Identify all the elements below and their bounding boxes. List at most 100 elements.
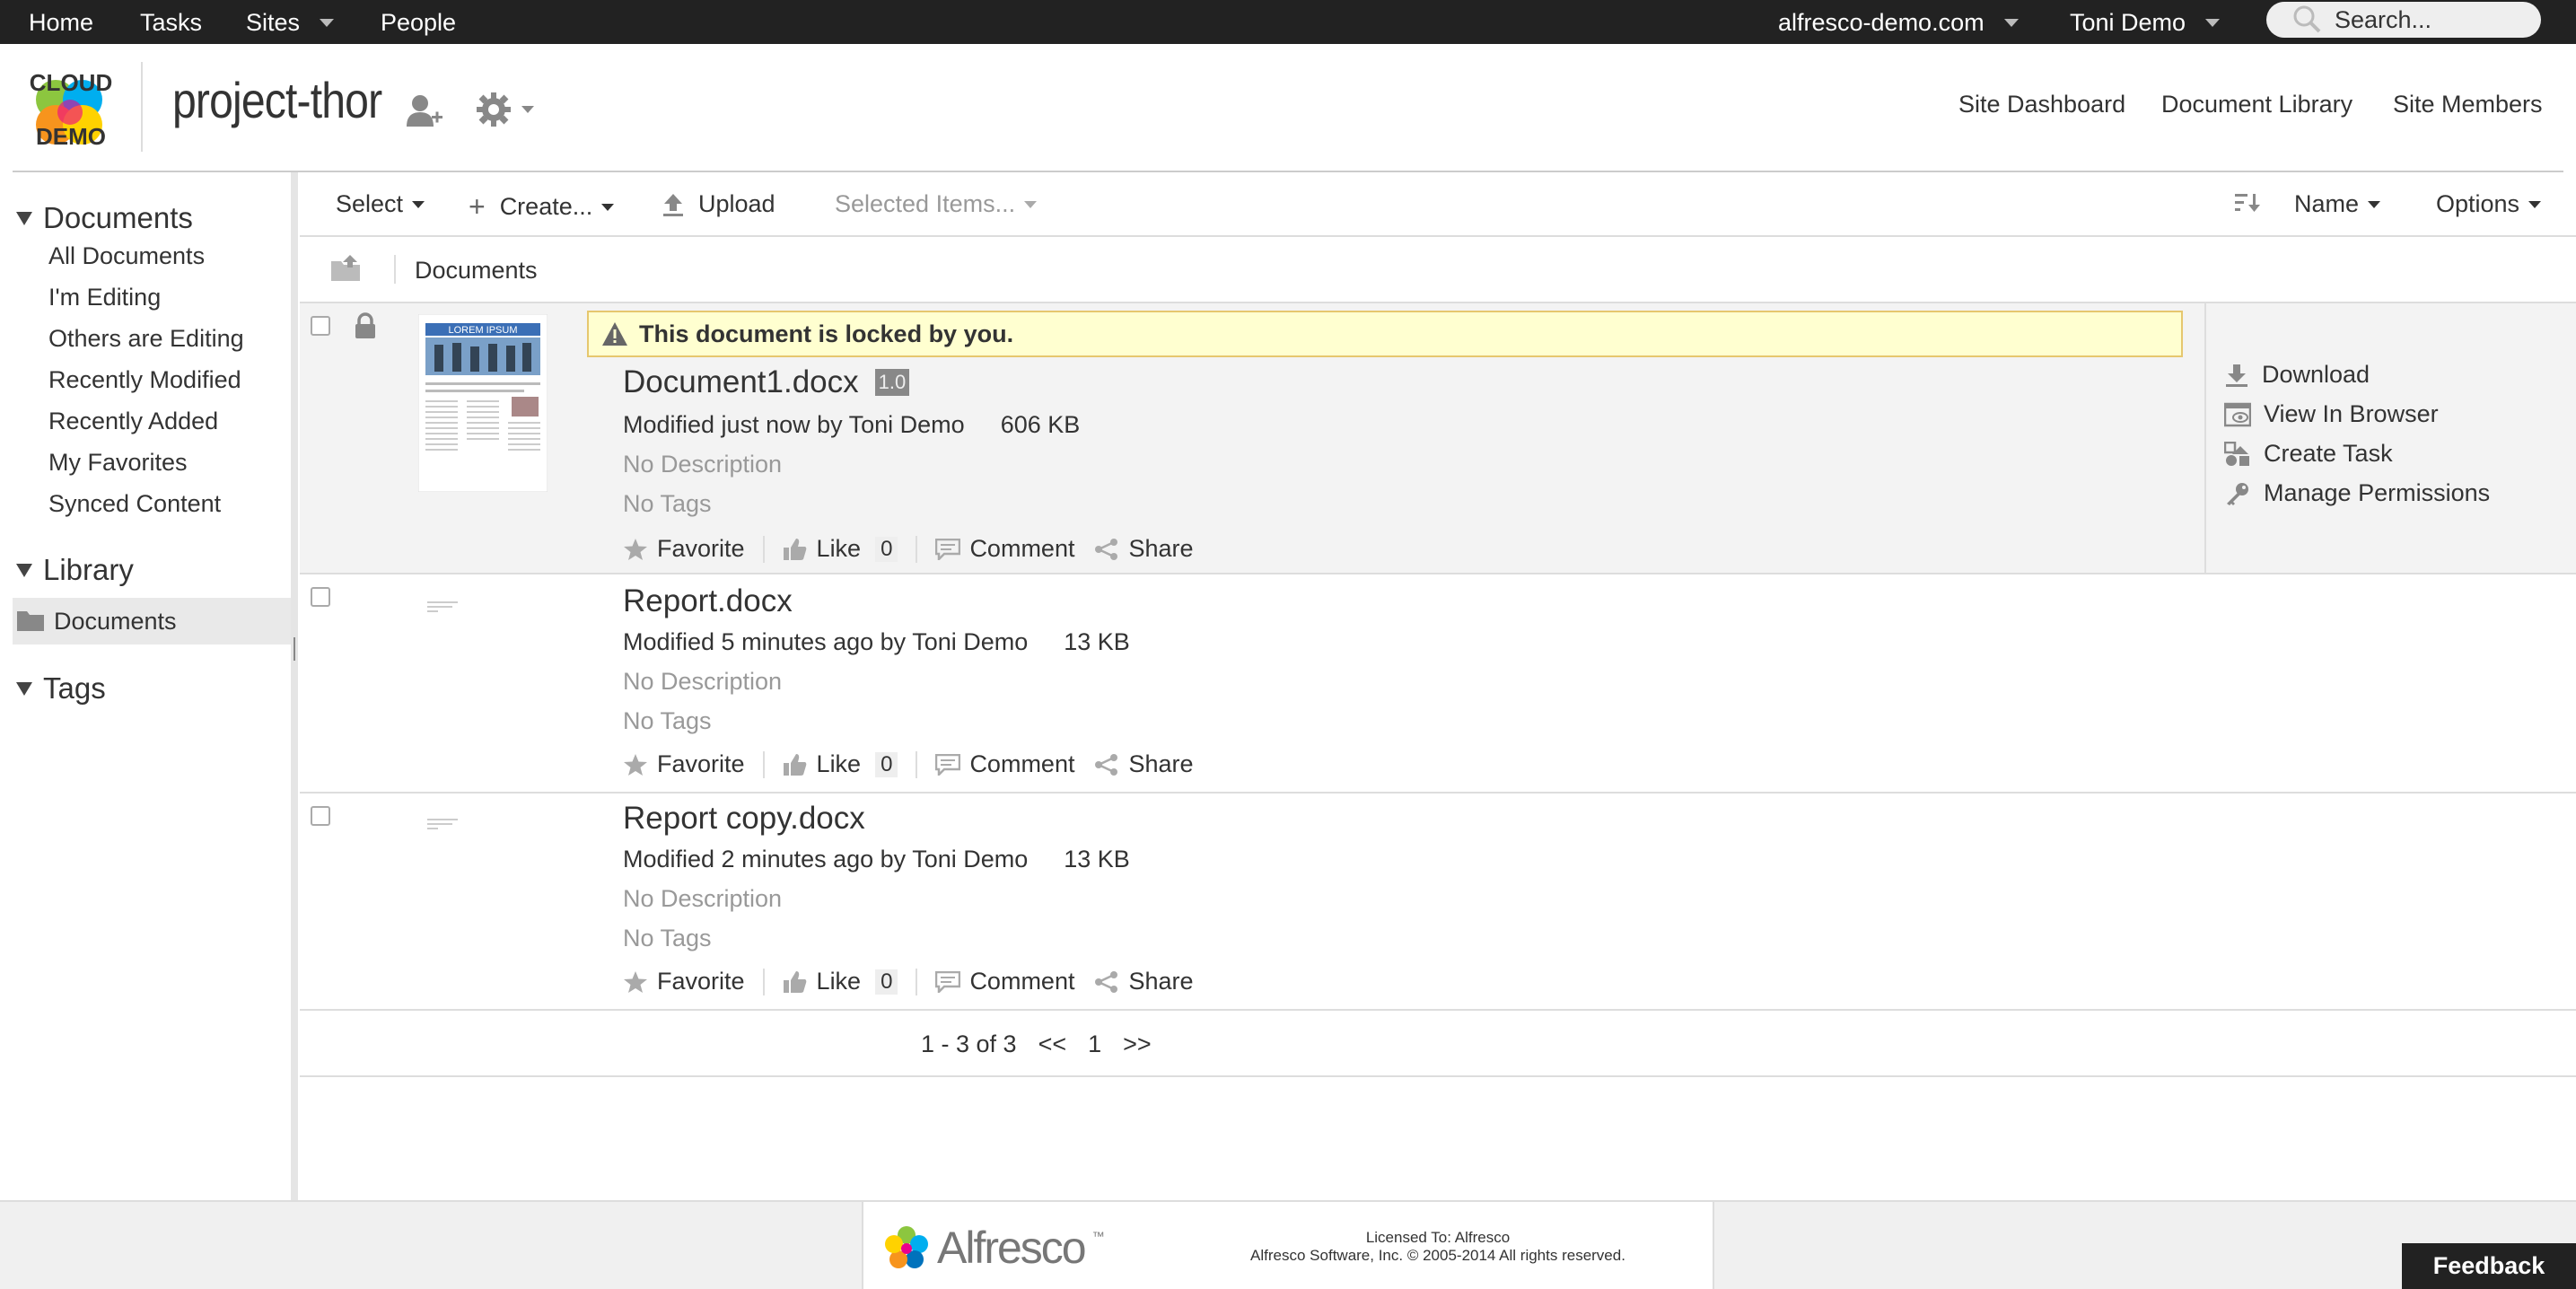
license-text: Licensed To: Alfresco Alfresco Software,… bbox=[1250, 1229, 1625, 1264]
share-action[interactable]: Share bbox=[1094, 750, 1194, 778]
like-count: 0 bbox=[875, 751, 898, 777]
prev-page-link[interactable]: << bbox=[1038, 1030, 1067, 1058]
site-nav-dashboard[interactable]: Site Dashboard bbox=[1958, 91, 2125, 118]
chevron-down-icon bbox=[412, 200, 425, 208]
document-thumbnail[interactable] bbox=[427, 601, 463, 612]
top-app-bar: Home Tasks Sites People alfresco-demo.co… bbox=[0, 0, 2576, 44]
next-page-link[interactable]: >> bbox=[1123, 1030, 1152, 1058]
path-bar: Documents bbox=[300, 237, 2576, 303]
nav-home[interactable]: Home bbox=[29, 0, 93, 44]
select-menu[interactable]: Select bbox=[336, 190, 425, 218]
document-name[interactable]: Report copy.docx bbox=[623, 801, 865, 837]
site-nav-document-library[interactable]: Document Library bbox=[2161, 91, 2353, 118]
document-meta: Modified 5 minutes ago by Toni Demo 13 KB bbox=[623, 628, 1130, 655]
like-action[interactable]: Like 0 bbox=[783, 535, 898, 563]
document-name[interactable]: Report.docx bbox=[623, 583, 793, 619]
share-action[interactable]: Share bbox=[1094, 535, 1194, 563]
comment-action[interactable]: Comment bbox=[935, 968, 1074, 995]
search-box[interactable]: Search... bbox=[2266, 2, 2541, 38]
cloud-demo-logo[interactable]: CLOUD DEMO bbox=[25, 64, 117, 155]
sort-field-menu[interactable]: Name bbox=[2294, 190, 2381, 218]
share-icon bbox=[1094, 970, 1119, 994]
svg-text:CLOUD: CLOUD bbox=[30, 69, 112, 96]
row-checkbox[interactable] bbox=[311, 316, 330, 336]
sidebar-group-documents[interactable]: Documents bbox=[16, 201, 193, 235]
sidebar-item-synced-content[interactable]: Synced Content bbox=[48, 490, 221, 518]
pager-divider bbox=[300, 1075, 2576, 1077]
row-checkbox[interactable] bbox=[311, 806, 330, 826]
svg-text:DEMO: DEMO bbox=[36, 123, 106, 150]
breadcrumb[interactable]: Documents bbox=[415, 257, 538, 285]
table-row[interactable]: Report copy.docx Modified 2 minutes ago … bbox=[300, 794, 2576, 1011]
comment-icon bbox=[935, 753, 961, 776]
sidebar-item-im-editing[interactable]: I'm Editing bbox=[48, 284, 161, 311]
document-meta: Modified just now by Toni Demo 606 KB bbox=[623, 411, 1081, 438]
document-tags: No Tags bbox=[623, 707, 712, 734]
folder-up-icon[interactable] bbox=[330, 255, 361, 282]
table-row[interactable]: Report.docx Modified 5 minutes ago by To… bbox=[300, 574, 2576, 794]
document-name[interactable]: Document1.docx 1.0 bbox=[623, 364, 910, 400]
sidebar-group-library[interactable]: Library bbox=[16, 553, 134, 587]
chevron-down-icon bbox=[2003, 19, 2019, 27]
options-menu[interactable]: Options bbox=[2436, 190, 2542, 218]
document-meta: Modified 2 minutes ago by Toni Demo 13 KB bbox=[623, 846, 1130, 872]
create-task-icon bbox=[2224, 441, 2251, 467]
sidebar-item-library-documents[interactable]: Documents bbox=[13, 598, 293, 644]
sidebar-item-others-editing[interactable]: Others are Editing bbox=[48, 325, 244, 353]
document-thumbnail[interactable] bbox=[427, 819, 463, 829]
network-menu[interactable]: alfresco-demo.com bbox=[1778, 0, 2019, 44]
key-icon bbox=[2224, 481, 2251, 506]
manage-permissions-action[interactable]: Manage Permissions bbox=[2224, 479, 2490, 507]
download-action[interactable]: Download bbox=[2224, 361, 2370, 389]
sidebar-item-recently-added[interactable]: Recently Added bbox=[48, 408, 218, 435]
collapse-triangle-icon bbox=[16, 211, 32, 225]
row-checkbox[interactable] bbox=[311, 587, 330, 607]
comment-action[interactable]: Comment bbox=[935, 750, 1074, 778]
site-settings-menu[interactable] bbox=[475, 91, 534, 128]
search-input[interactable]: Search... bbox=[2335, 6, 2431, 34]
sidebar-item-recently-modified[interactable]: Recently Modified bbox=[48, 366, 241, 394]
page-range: 1 - 3 of 3 bbox=[921, 1030, 1017, 1057]
document-tags: No Tags bbox=[623, 925, 712, 951]
document-thumbnail[interactable]: LOREM IPSUM bbox=[418, 314, 548, 492]
selected-items-menu[interactable]: Selected Items... bbox=[835, 190, 1038, 218]
nav-people[interactable]: People bbox=[381, 0, 456, 44]
chevron-down-icon bbox=[2528, 200, 2542, 208]
site-title: project-thor bbox=[172, 72, 382, 128]
version-badge: 1.0 bbox=[874, 369, 910, 396]
create-task-action[interactable]: Create Task bbox=[2224, 440, 2393, 468]
star-icon bbox=[623, 753, 648, 776]
footer-license-box: Alfresco ™ Licensed To: Alfresco Alfresco… bbox=[862, 1202, 1714, 1289]
nav-tasks[interactable]: Tasks bbox=[140, 0, 202, 44]
favorite-action[interactable]: Favorite bbox=[623, 968, 745, 995]
sidebar-group-tags[interactable]: Tags bbox=[16, 671, 106, 706]
share-action[interactable]: Share bbox=[1094, 968, 1194, 995]
table-row[interactable]: LOREM IPSUM This document is locked by y… bbox=[300, 303, 2576, 574]
create-menu[interactable]: + Create... bbox=[469, 190, 615, 224]
chevron-down-icon bbox=[1024, 200, 1038, 208]
invite-user-icon[interactable] bbox=[404, 91, 443, 130]
favorite-action[interactable]: Favorite bbox=[623, 750, 745, 778]
page-number[interactable]: 1 bbox=[1088, 1030, 1101, 1058]
path-divider bbox=[394, 255, 396, 284]
upload-button[interactable]: Upload bbox=[661, 190, 775, 218]
sidebar-resizer[interactable] bbox=[291, 172, 298, 1200]
user-menu[interactable]: Toni Demo bbox=[2070, 0, 2221, 44]
sidebar-item-all-documents[interactable]: All Documents bbox=[48, 242, 205, 270]
favorite-action[interactable]: Favorite bbox=[623, 535, 745, 563]
thumbs-up-icon bbox=[783, 538, 808, 561]
site-nav-members[interactable]: Site Members bbox=[2393, 91, 2543, 118]
comment-action[interactable]: Comment bbox=[935, 535, 1074, 563]
share-icon bbox=[1094, 538, 1119, 561]
sort-direction-toggle[interactable] bbox=[2233, 190, 2262, 215]
like-action[interactable]: Like 0 bbox=[783, 968, 898, 995]
collapse-triangle-icon bbox=[16, 563, 32, 577]
sidebar-item-my-favorites[interactable]: My Favorites bbox=[48, 449, 188, 477]
view-in-browser-action[interactable]: View In Browser bbox=[2224, 400, 2439, 428]
chevron-down-icon bbox=[601, 203, 615, 211]
feedback-button[interactable]: Feedback bbox=[2402, 1243, 2576, 1289]
search-icon bbox=[2291, 4, 2322, 35]
view-in-browser-icon bbox=[2224, 402, 2251, 427]
like-action[interactable]: Like 0 bbox=[783, 750, 898, 778]
nav-sites[interactable]: Sites bbox=[246, 0, 335, 44]
